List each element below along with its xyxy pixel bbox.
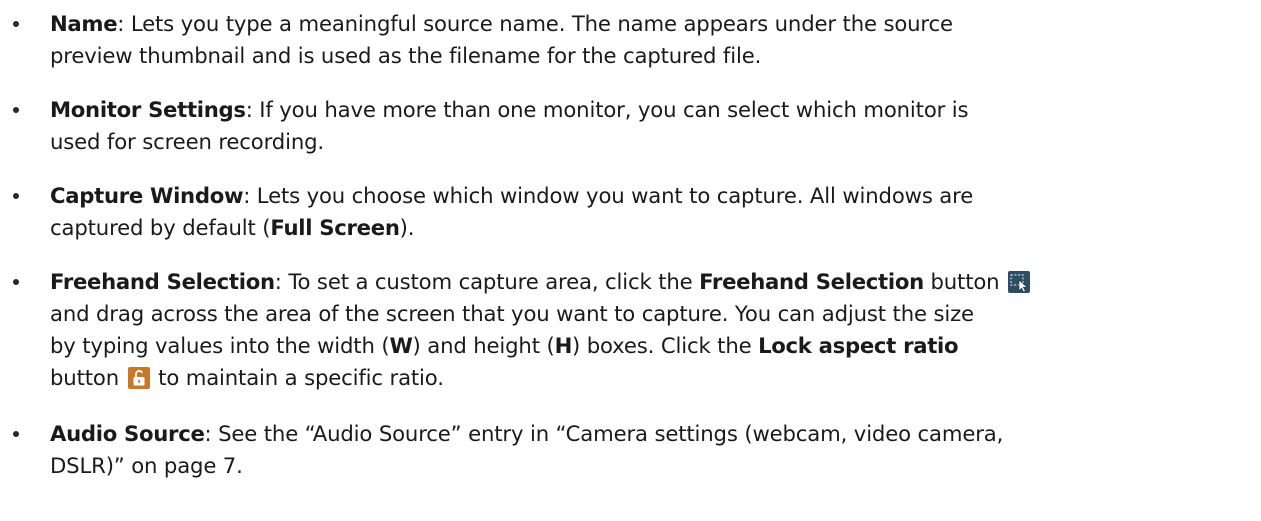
- description-text: captured by default (: [50, 215, 271, 240]
- description-text: ) and height (: [412, 333, 555, 358]
- bullet: [13, 21, 19, 27]
- description-text: to maintain a specific ratio.: [151, 365, 444, 390]
- description-line: used for screen recording.: [50, 129, 324, 154]
- bullet: [13, 107, 19, 113]
- term-freehand-selection: Freehand Selection: [50, 269, 275, 294]
- term-capture-window: Capture Window: [50, 183, 244, 208]
- description-text: button: [923, 269, 1000, 294]
- list-item-text: Freehand Selection: To set a custom capt…: [50, 266, 1250, 394]
- term-width: W: [389, 333, 413, 358]
- term-audio-source: Audio Source: [50, 421, 205, 446]
- freehand-selection-icon: [1008, 271, 1031, 293]
- term-monitor-settings: Monitor Settings: [50, 97, 246, 122]
- description-text: button: [50, 365, 119, 390]
- bullet: [13, 279, 19, 285]
- term-freehand-selection-button: Freehand Selection: [699, 269, 924, 294]
- bullet: [13, 193, 19, 199]
- description-text: by typing values into the width (: [50, 333, 390, 358]
- list-item-text: Capture Window: Lets you choose which wi…: [50, 180, 1250, 244]
- description-line: preview thumbnail and is used as the fil…: [50, 43, 762, 68]
- description-line: and drag across the area of the screen t…: [50, 301, 974, 326]
- list-item-text: Monitor Settings: If you have more than …: [50, 94, 1250, 158]
- description-text: ).: [399, 215, 415, 240]
- description-line: : Lets you type a meaningful source name…: [117, 11, 953, 36]
- lock-aspect-ratio-icon: [127, 367, 150, 389]
- bullet: [13, 431, 19, 437]
- description-text: ) boxes. Click the: [572, 333, 759, 358]
- description-line: DSLR)” on page 7.: [50, 453, 243, 478]
- description-line: : Lets you choose which window you want …: [243, 183, 974, 208]
- term-name: Name: [50, 11, 118, 36]
- list-item-text: Name: Lets you type a meaningful source …: [50, 8, 1250, 72]
- description-line: : See the “Audio Source” entry in “Camer…: [204, 421, 1004, 446]
- term-full-screen: Full Screen: [270, 215, 400, 240]
- term-height: H: [554, 333, 573, 358]
- term-lock-aspect-ratio: Lock aspect ratio: [758, 333, 959, 358]
- description-text: : To set a custom capture area, click th…: [274, 269, 700, 294]
- description-line: : If you have more than one monitor, you…: [245, 97, 969, 122]
- list-item-text: Audio Source: See the “Audio Source” ent…: [50, 418, 1250, 482]
